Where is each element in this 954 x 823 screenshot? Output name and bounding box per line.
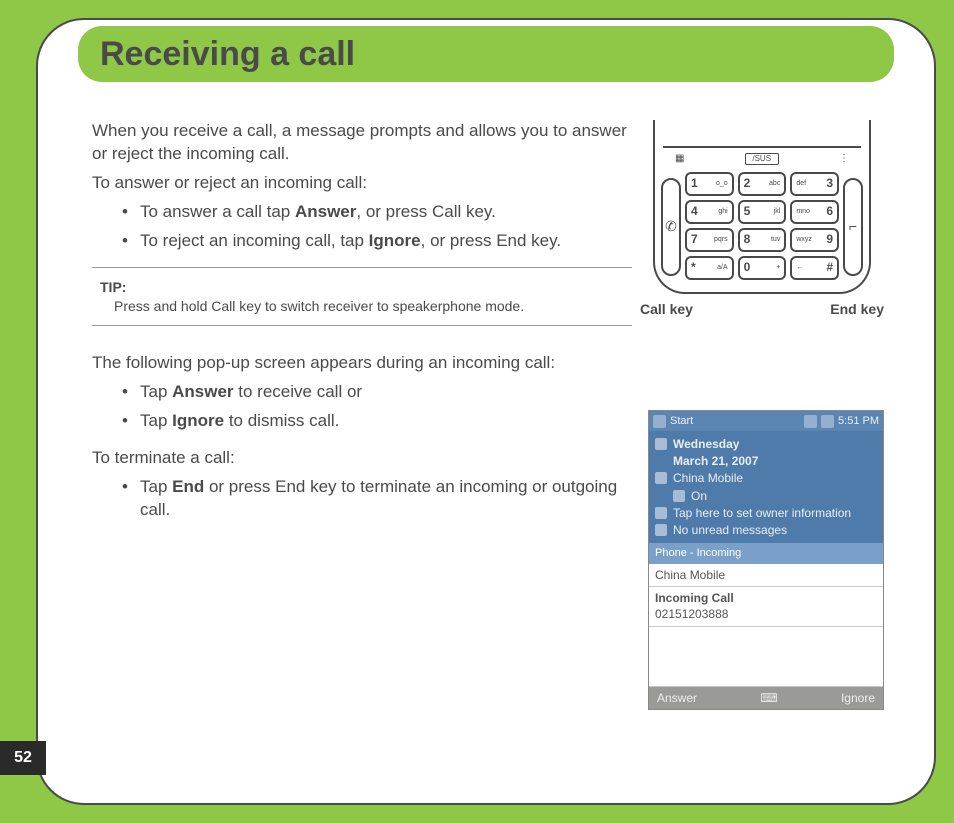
end-key-label: End key [830, 300, 884, 319]
ss-date: March 21, 2007 [673, 453, 758, 469]
page-number-tab: 52 [0, 741, 46, 775]
key-5: 5jkl [738, 200, 787, 224]
ss-popup-spacer [649, 627, 883, 687]
text: Tap [140, 477, 172, 496]
text: to dismiss call. [224, 411, 339, 430]
phone-logo: /SUS [745, 153, 779, 165]
popup-intro: The following pop-up screen appears duri… [92, 352, 632, 375]
bold-text: Ignore [369, 231, 421, 250]
key-3: def3 [790, 172, 839, 196]
ss-unread: No unread messages [673, 522, 787, 538]
intro-paragraph-1: When you receive a call, a message promp… [92, 120, 632, 166]
tip-label: TIP: [100, 278, 624, 297]
page-title: Receiving a call [100, 35, 355, 74]
calendar-icon [655, 438, 667, 450]
ss-popup-body: Incoming Call 02151203888 [649, 587, 883, 626]
key-2: 2abc [738, 172, 787, 196]
bold-text: End [172, 477, 204, 496]
text: to receive call or [234, 382, 363, 401]
phone-status-row: ▦ /SUS ⋮ [655, 148, 869, 172]
text: , or press Call key. [356, 202, 496, 221]
call-key: ✆ [661, 178, 681, 276]
bold-text: Answer [172, 382, 233, 401]
carrier-icon [655, 472, 667, 484]
clock-label: 5:51 PM [838, 414, 879, 429]
ss-carrier: China Mobile [673, 470, 743, 486]
text: To answer a call tap [140, 202, 295, 221]
call-icon: ✆ [665, 217, 677, 236]
ss-today-panel: Wednesday March 21, 2007 China Mobile On… [649, 431, 883, 543]
text: To reject an incoming call, tap [140, 231, 369, 250]
keypad-area: ✆ 1o_o 2abc def3 4ghi 5jkl mno6 7pqrs 8t… [655, 172, 869, 280]
ss-popup-header: Phone - Incoming [649, 543, 883, 564]
terminate-heading: To terminate a call: [92, 447, 632, 470]
list-item: To answer a call tap Answer, or press Ca… [122, 201, 632, 224]
text: , or press End key. [421, 231, 561, 250]
answer-reject-list: To answer a call tap Answer, or press Ca… [92, 201, 632, 253]
key-star: *a/A [685, 256, 734, 280]
ss-profile: On [691, 488, 707, 504]
mic-icon: ⋮ [839, 152, 849, 166]
page-number: 52 [14, 749, 32, 767]
tip-body: Press and hold Call key to switch receiv… [100, 297, 624, 316]
keyboard-icon: ⌨ [760, 690, 777, 706]
intro-paragraph-2: To answer or reject an incoming call: [92, 172, 632, 195]
profile-icon [673, 490, 685, 502]
softkey-ignore: Ignore [841, 690, 875, 706]
phone-screen-edge [663, 120, 861, 148]
ss-popup-number: 02151203888 [655, 606, 877, 622]
ss-title-bar: Start 5:51 PM [649, 411, 883, 431]
tip-box: TIP: Press and hold Call key to switch r… [92, 267, 632, 327]
ss-softkey-bar: Answer ⌨ Ignore [649, 687, 883, 709]
flag-icon: ▦ [675, 152, 684, 166]
softkey-answer: Answer [657, 690, 697, 706]
key-7: 7pqrs [685, 228, 734, 252]
text: Tap [140, 382, 172, 401]
phone-outline: ▦ /SUS ⋮ ✆ 1o_o 2abc def3 4ghi 5jkl mno6… [653, 120, 871, 294]
call-key-label: Call key [640, 300, 693, 319]
key-6: mno6 [790, 200, 839, 224]
popup-actions-list: Tap Answer to receive call or Tap Ignore… [92, 381, 632, 433]
bold-text: Ignore [172, 411, 224, 430]
key-8: 8tuv [738, 228, 787, 252]
keypad-grid: 1o_o 2abc def3 4ghi 5jkl mno6 7pqrs 8tuv… [685, 172, 839, 280]
phone-key-labels: Call key End key [632, 294, 892, 319]
page-frame: Receiving a call When you receive a call… [36, 18, 936, 805]
end-icon: ⌐ [849, 217, 857, 236]
start-label: Start [670, 414, 693, 429]
end-key: ⌐ [843, 178, 863, 276]
title-bar: Receiving a call [78, 26, 894, 82]
key-0: 0+ [738, 256, 787, 280]
sound-icon [821, 415, 834, 428]
ss-popup-title: Incoming Call [655, 590, 877, 606]
ss-day: Wednesday [673, 436, 739, 452]
list-item: Tap Answer to receive call or [122, 381, 632, 404]
ss-owner: Tap here to set owner information [673, 505, 851, 521]
key-4: 4ghi [685, 200, 734, 224]
list-item: To reject an incoming call, tap Ignore, … [122, 230, 632, 253]
terminate-list: Tap End or press End key to terminate an… [92, 476, 632, 522]
text-column: When you receive a call, a message promp… [92, 120, 632, 522]
bold-text: Answer [295, 202, 356, 221]
key-9: wxyz9 [790, 228, 839, 252]
start-icon [653, 415, 666, 428]
incoming-call-screenshot: Start 5:51 PM Wednesday March 21, 2007 C… [648, 410, 884, 710]
key-hash: ←# [790, 256, 839, 280]
signal-icon [804, 415, 817, 428]
owner-icon [655, 507, 667, 519]
list-item: Tap Ignore to dismiss call. [122, 410, 632, 433]
phone-figure: ▦ /SUS ⋮ ✆ 1o_o 2abc def3 4ghi 5jkl mno6… [632, 120, 892, 318]
text: Tap [140, 411, 172, 430]
ss-popup-operator: China Mobile [649, 564, 883, 587]
mail-icon [655, 524, 667, 536]
content-area: When you receive a call, a message promp… [92, 120, 898, 763]
text: or press End key to terminate an incomin… [140, 477, 617, 519]
key-1: 1o_o [685, 172, 734, 196]
list-item: Tap End or press End key to terminate an… [122, 476, 632, 522]
